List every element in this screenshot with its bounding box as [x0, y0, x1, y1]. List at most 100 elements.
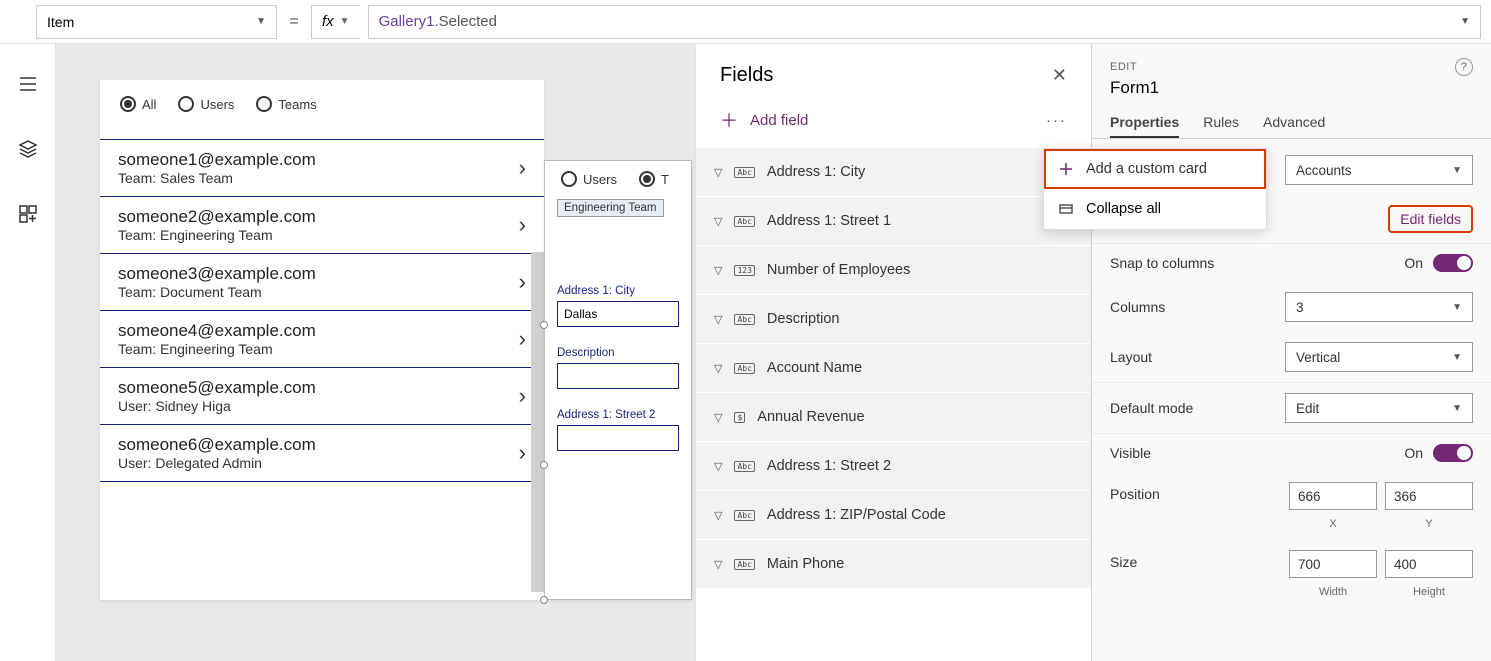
radio-all[interactable]: All	[120, 96, 156, 112]
field-label-description: Description	[545, 347, 691, 359]
field-input-street2[interactable]	[557, 425, 679, 451]
gallery-item[interactable]: someone1@example.comTeam: Sales Team›	[100, 139, 544, 197]
columns-select[interactable]: 3▼	[1285, 292, 1473, 322]
type-icon: Abc	[734, 510, 754, 521]
chevron-down-icon: ▽	[714, 264, 722, 277]
tab-properties[interactable]: Properties	[1110, 108, 1179, 138]
field-input-city[interactable]: Dallas	[557, 301, 679, 327]
radio-teams-form[interactable]: T	[639, 171, 669, 187]
chevron-right-icon: ›	[519, 383, 526, 409]
chevron-down-icon: ▼	[1452, 165, 1462, 176]
canvas: All Users Teams someone1@example.comTeam…	[56, 44, 695, 661]
chevron-down-icon: ▽	[714, 460, 722, 473]
property-selector[interactable]: Item ▼	[36, 5, 277, 39]
visible-toggle[interactable]	[1433, 444, 1473, 462]
property-selector-value: Item	[47, 14, 74, 30]
chevron-down-icon: ▽	[714, 166, 722, 179]
field-row[interactable]: ▽AbcAccount Name	[696, 343, 1091, 392]
control-name: Form1	[1092, 78, 1491, 108]
width-input[interactable]: 700	[1289, 550, 1377, 578]
y-label: Y	[1385, 518, 1473, 530]
team-chip[interactable]: Engineering Team	[557, 199, 664, 217]
field-input-description[interactable]	[557, 363, 679, 389]
datasource-select[interactable]: Accounts▼	[1285, 155, 1473, 185]
gallery-item[interactable]: someone2@example.comTeam: Engineering Te…	[100, 196, 544, 254]
resize-handle[interactable]	[540, 461, 548, 469]
fx-icon: fx	[322, 13, 334, 30]
height-input[interactable]: 400	[1385, 550, 1473, 578]
position-x-input[interactable]: 666	[1289, 482, 1377, 510]
chevron-down-icon: ▽	[714, 313, 722, 326]
layout-select[interactable]: Vertical▼	[1285, 342, 1473, 372]
field-row[interactable]: ▽$Annual Revenue	[696, 392, 1091, 441]
chevron-right-icon: ›	[519, 440, 526, 466]
add-field-button[interactable]: ＋ Add field	[720, 107, 808, 133]
hamburger-icon[interactable]	[18, 74, 38, 99]
menu-collapse-all[interactable]: Collapse all	[1044, 189, 1266, 229]
size-label: Size	[1110, 550, 1137, 570]
field-row[interactable]: ▽AbcMain Phone	[696, 539, 1091, 588]
layers-icon[interactable]	[18, 139, 38, 164]
close-icon[interactable]: ✕	[1052, 65, 1067, 86]
chevron-right-icon: ›	[519, 326, 526, 352]
formula-text: Gallery1.Selected	[379, 13, 497, 30]
formula-input[interactable]: Gallery1.Selected ▼	[368, 5, 1481, 39]
fx-button[interactable]: fx ▼	[311, 5, 360, 39]
gallery-item[interactable]: someone5@example.comUser: Sidney Higa›	[100, 367, 544, 425]
type-icon: Abc	[734, 167, 754, 178]
components-icon[interactable]	[18, 204, 38, 229]
radio-users-form[interactable]: Users	[561, 171, 617, 187]
resize-handle[interactable]	[540, 321, 548, 329]
more-options-button[interactable]: ···	[1046, 112, 1067, 129]
field-row[interactable]: ▽AbcAddress 1: City	[696, 147, 1091, 196]
radio-group-all: All Users Teams	[100, 80, 544, 118]
height-label: Height	[1385, 586, 1473, 598]
fields-panel: Fields ✕ ＋ Add field ··· ▽AbcAddress 1: …	[695, 44, 1091, 661]
form-preview[interactable]: Users T Engineering Team Address 1: City…	[544, 160, 692, 600]
type-icon: Abc	[734, 216, 754, 227]
chevron-down-icon: ▼	[1452, 302, 1462, 313]
properties-panel: EDIT ? Form1 Properties Rules Advanced d…	[1091, 44, 1491, 661]
radio-users[interactable]: Users	[178, 96, 234, 112]
position-label: Position	[1110, 482, 1160, 502]
scrollbar[interactable]	[531, 252, 544, 592]
field-row[interactable]: ▽123Number of Employees	[696, 245, 1091, 294]
snap-toggle[interactable]	[1433, 254, 1473, 272]
gallery-item[interactable]: someone3@example.comTeam: Document Team›	[100, 253, 544, 311]
menu-add-custom-card[interactable]: Add a custom card	[1044, 149, 1266, 189]
chevron-down-icon: ▼	[1452, 352, 1462, 363]
left-nav	[0, 44, 56, 661]
edit-fields-button[interactable]: Edit fields	[1388, 205, 1473, 233]
field-row[interactable]: ▽AbcAddress 1: Street 1	[696, 196, 1091, 245]
type-icon: Abc	[734, 314, 754, 325]
field-row[interactable]: ▽AbcAddress 1: ZIP/Postal Code	[696, 490, 1091, 539]
formula-bar: Item ▼ = fx ▼ Gallery1.Selected ▼	[0, 0, 1491, 44]
help-icon[interactable]: ?	[1455, 58, 1473, 76]
type-icon: Abc	[734, 461, 754, 472]
snap-label: Snap to columns	[1110, 255, 1214, 271]
fields-panel-title: Fields	[720, 64, 773, 87]
radio-teams[interactable]: Teams	[256, 96, 316, 112]
field-row[interactable]: ▽AbcDescription	[696, 294, 1091, 343]
resize-handle[interactable]	[540, 596, 548, 604]
chevron-down-icon: ▽	[714, 215, 722, 228]
field-row[interactable]: ▽AbcAddress 1: Street 2	[696, 441, 1091, 490]
snap-value: On	[1404, 255, 1423, 271]
columns-label: Columns	[1110, 299, 1165, 315]
tab-rules[interactable]: Rules	[1203, 108, 1239, 138]
chevron-down-icon: ▽	[714, 362, 722, 375]
fields-list: ▽AbcAddress 1: City ▽AbcAddress 1: Stree…	[696, 147, 1091, 588]
type-icon: $	[734, 412, 745, 423]
context-menu: Add a custom card Collapse all	[1043, 148, 1267, 230]
gallery-item[interactable]: someone4@example.comTeam: Engineering Te…	[100, 310, 544, 368]
field-label-city: Address 1: City	[545, 285, 691, 297]
position-y-input[interactable]: 366	[1385, 482, 1473, 510]
defaultmode-select[interactable]: Edit▼	[1285, 393, 1473, 423]
type-icon: Abc	[734, 363, 754, 374]
type-icon: Abc	[734, 559, 754, 570]
radio-group-form: Users T	[545, 161, 691, 191]
gallery-item[interactable]: someone6@example.comUser: Delegated Admi…	[100, 424, 544, 482]
chevron-down-icon: ▽	[714, 558, 722, 571]
tab-advanced[interactable]: Advanced	[1263, 108, 1325, 138]
visible-value: On	[1404, 445, 1423, 461]
